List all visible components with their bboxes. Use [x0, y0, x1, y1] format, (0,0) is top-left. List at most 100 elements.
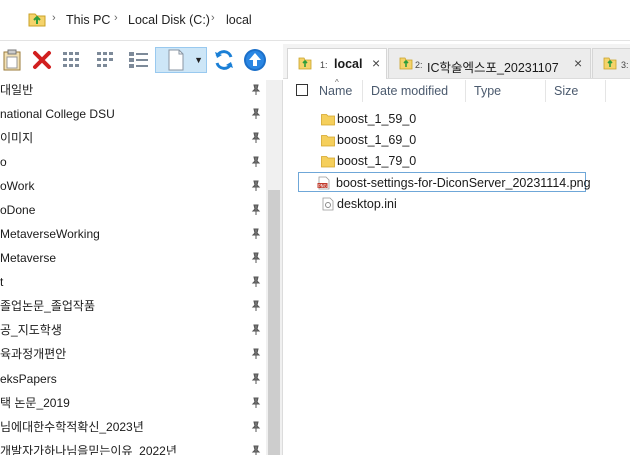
quick-access-item[interactable]: 님에대한수학적확신_2023년 [0, 417, 265, 437]
pin-icon[interactable] [250, 84, 262, 96]
file-row[interactable]: desktop.ini [317, 194, 417, 214]
tab-number: 1: [320, 60, 328, 70]
pin-icon[interactable] [250, 180, 262, 192]
quick-access-item[interactable]: 이미지 [0, 128, 265, 148]
close-icon[interactable]: × [372, 55, 380, 71]
quick-access-item[interactable]: t [0, 272, 265, 292]
pin-icon[interactable] [250, 373, 262, 385]
pin-icon[interactable] [250, 252, 262, 264]
pin-icon[interactable] [250, 108, 262, 120]
pin-icon[interactable] [250, 132, 262, 144]
quick-access-item[interactable]: oWork [0, 176, 265, 196]
ini-file-icon [322, 197, 334, 211]
quick-access-item[interactable]: national College DSU [0, 104, 265, 124]
item-label: o [0, 155, 7, 169]
view-details-button[interactable] [61, 47, 85, 73]
column-divider[interactable] [605, 80, 606, 102]
column-date-modified[interactable]: Date modified [371, 84, 448, 98]
item-label: 대일반 [0, 83, 34, 97]
file-name: desktop.ini [337, 197, 397, 211]
clipboard-icon [3, 49, 21, 71]
folder-up-icon [28, 13, 46, 27]
item-label: MetaverseWorking [0, 227, 100, 241]
item-label: eksPapers [0, 372, 57, 386]
up-arrow-icon [244, 49, 266, 71]
paste-button[interactable] [0, 47, 24, 73]
breadcrumb-this-pc[interactable]: This PC [66, 13, 110, 27]
breadcrumb-chevron-icon[interactable]: › [211, 12, 215, 24]
close-icon[interactable]: × [574, 55, 582, 71]
new-file-button[interactable]: ▼ [155, 47, 207, 73]
refresh-button[interactable] [212, 47, 236, 73]
item-label: oDone [0, 203, 36, 217]
tab-strip: 1: local × 2: IC학술엑스포_20231107 × 3: [283, 44, 630, 79]
quick-access-item[interactable]: eksPapers [0, 369, 265, 389]
item-label: oWork [0, 179, 35, 193]
pin-icon[interactable] [250, 204, 262, 216]
item-label: 님에대한수학적확신_2023년 [0, 420, 144, 434]
breadcrumb-local[interactable]: local [226, 13, 252, 27]
quick-access-item[interactable]: 대일반 [0, 80, 265, 100]
tab-ic-expo[interactable]: 2: IC학술엑스포_20231107 × [388, 48, 591, 78]
column-divider[interactable] [545, 80, 546, 102]
folder-up-icon [298, 57, 312, 70]
column-size[interactable]: Size [554, 84, 578, 98]
breadcrumb-chevron-icon[interactable]: › [114, 12, 118, 24]
delete-x-icon [33, 51, 51, 69]
pin-icon[interactable] [250, 348, 262, 360]
navigation-pane[interactable]: 대일반 national College DSU 이미지 o oWork oDo… [0, 80, 283, 455]
quick-access-item[interactable]: 개발자가하나님을믿는이유_2022년 [0, 441, 265, 455]
column-divider[interactable] [465, 80, 466, 102]
pin-icon[interactable] [250, 228, 262, 240]
item-label: national College DSU [0, 107, 115, 121]
pin-icon[interactable] [250, 276, 262, 288]
quick-access-item[interactable]: 공_지도학생 [0, 320, 265, 340]
file-row[interactable]: boost_1_69_0 [317, 130, 417, 150]
view-icons-button[interactable] [127, 47, 151, 73]
item-label: 졸업논문_졸업작품 [0, 299, 95, 313]
tab-3[interactable]: 3: [592, 48, 630, 78]
quick-access-item[interactable]: oDone [0, 200, 265, 220]
quick-access-item[interactable]: MetaverseWorking [0, 224, 265, 244]
folder-up-icon [603, 57, 617, 70]
sidebar-scrollbar[interactable] [266, 80, 282, 455]
quick-access-item[interactable]: Metaverse [0, 248, 265, 268]
file-row[interactable]: boost_1_59_0 [317, 109, 417, 129]
quick-access-item[interactable]: 육과정개편안 [0, 344, 265, 364]
item-label: 개발자가하나님을믿는이유_2022년 [0, 444, 177, 455]
scrollbar-thumb[interactable] [268, 190, 280, 455]
chevron-down-icon[interactable]: ▼ [194, 55, 203, 65]
delete-button[interactable] [30, 47, 54, 73]
select-all-checkbox[interactable] [296, 84, 308, 96]
tab-number: 2: [415, 60, 423, 70]
address-bar[interactable]: › This PC › Local Disk (C:) › local [0, 0, 630, 41]
png-file-icon: PNG [317, 176, 330, 190]
pin-icon[interactable] [250, 421, 262, 433]
up-button[interactable] [243, 47, 267, 73]
new-file-icon [168, 49, 184, 71]
column-type[interactable]: Type [474, 84, 501, 98]
pin-icon[interactable] [250, 397, 262, 409]
tab-local[interactable]: 1: local × [287, 48, 387, 79]
file-row-selected[interactable]: PNG boost-settings-for-DiconServer_20231… [298, 172, 591, 192]
file-row[interactable]: boost_1_79_0 [317, 151, 417, 171]
file-name: boost_1_59_0 [337, 112, 417, 126]
sort-up-icon: ^ [335, 78, 339, 87]
pin-icon[interactable] [250, 445, 262, 455]
quick-access-item[interactable]: o [0, 152, 265, 172]
column-headers: Name ^ Date modified Type Size [283, 78, 630, 104]
pin-icon[interactable] [250, 324, 262, 336]
folder-up-icon [399, 57, 413, 70]
pin-icon[interactable] [250, 156, 262, 168]
list-view-icon [97, 52, 113, 67]
file-list[interactable]: boost_1_59_0 boost_1_69_0 boost_1_79_0 P… [283, 104, 630, 455]
breadcrumb-local-disk[interactable]: Local Disk (C:) [128, 13, 210, 27]
quick-access-item[interactable]: 졸업논문_졸업작품 [0, 296, 265, 316]
file-name: boost_1_69_0 [337, 133, 417, 147]
pin-icon[interactable] [250, 300, 262, 312]
column-divider[interactable] [362, 80, 363, 102]
quick-access-item[interactable]: 택 논문_2019 [0, 393, 265, 413]
view-list-button[interactable] [95, 47, 119, 73]
item-label: 육과정개편안 [0, 347, 67, 361]
breadcrumb-chevron-icon: › [52, 12, 56, 24]
